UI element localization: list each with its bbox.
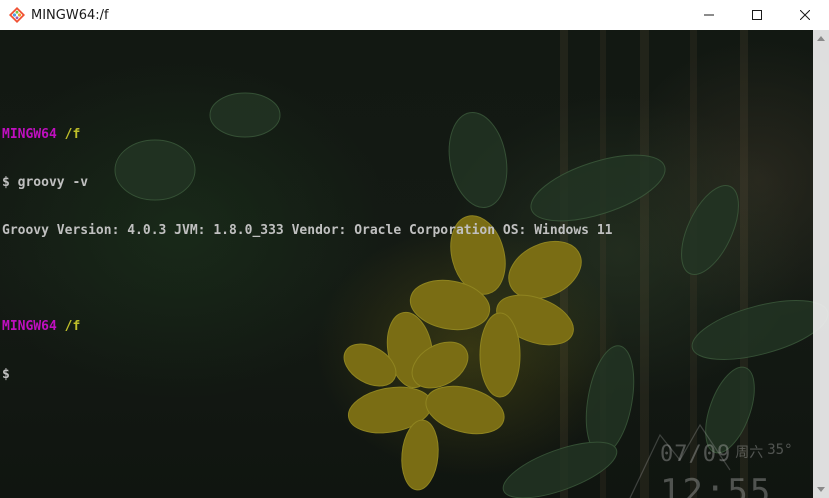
title-bar[interactable]: MINGW64:/f	[0, 0, 829, 30]
git-bash-icon	[9, 7, 25, 23]
clock-temperature: 35°	[767, 442, 793, 458]
prompt-line: MINGW64 /f	[2, 127, 612, 143]
minimize-button[interactable]	[685, 0, 733, 30]
scroll-up-icon[interactable]	[817, 36, 825, 41]
minimize-icon	[704, 14, 714, 16]
window-controls	[685, 0, 829, 30]
command-input-line[interactable]: $	[2, 367, 612, 383]
wallpaper-clock: 07/09 周六 35° 12:55	[660, 442, 793, 498]
clock-date: 07/09	[660, 442, 732, 467]
terminal-output: MINGW64 /f $ groovy -v Groovy Version: 4…	[2, 47, 612, 415]
window-title: MINGW64:/f	[31, 7, 109, 23]
prompt-path: /f	[64, 127, 81, 142]
command-line: $ groovy -v	[2, 175, 89, 190]
scroll-down-icon[interactable]	[817, 487, 825, 492]
terminal-window: MINGW64:/f MINGW64 /f $ groovy -v Groovy…	[0, 0, 829, 498]
maximize-icon	[752, 10, 762, 20]
prompt-path: /f	[64, 319, 81, 334]
prompt-line: MINGW64 /f	[2, 319, 612, 335]
clock-time: 12:55	[660, 472, 773, 498]
close-icon	[800, 10, 810, 20]
prompt-host: MINGW64	[2, 127, 57, 142]
close-button[interactable]	[781, 0, 829, 30]
terminal-area[interactable]: MINGW64 /f $ groovy -v Groovy Version: 4…	[0, 30, 829, 498]
prompt-host: MINGW64	[2, 319, 57, 334]
clock-weekday: 周六	[735, 445, 764, 461]
maximize-button[interactable]	[733, 0, 781, 30]
output-line: Groovy Version: 4.0.3 JVM: 1.8.0_333 Ven…	[2, 223, 613, 238]
vertical-scrollbar[interactable]	[813, 30, 829, 498]
